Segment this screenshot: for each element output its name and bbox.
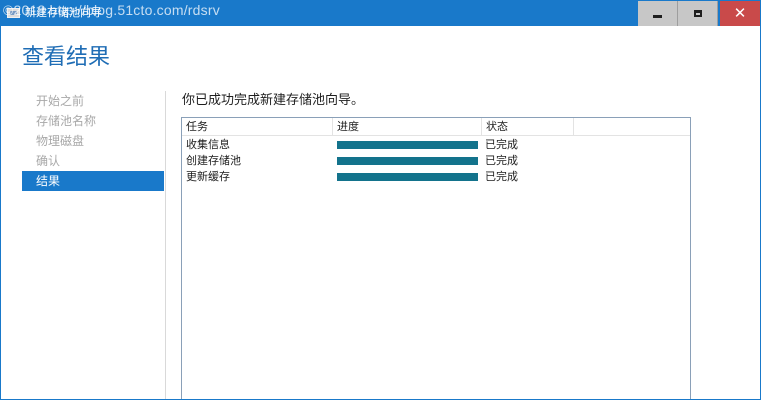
nav-step-results[interactable]: 结果: [22, 171, 164, 191]
wizard-step-nav: 开始之前 存储池名称 物理磁盘 确认 结果: [22, 91, 164, 191]
maximize-icon: [693, 10, 702, 17]
column-header-status[interactable]: 状态: [482, 118, 574, 135]
progress-bar-fill: [337, 141, 478, 149]
column-header-progress[interactable]: 进度: [333, 118, 482, 135]
progress-bar-fill: [337, 173, 478, 181]
task-name: 创建存储池: [186, 154, 241, 167]
page-title: 查看结果: [22, 45, 111, 70]
task-status: 已完成: [485, 154, 518, 167]
results-heading: 你已成功完成新建存储池向导。: [182, 93, 365, 108]
column-header-empty: [574, 118, 690, 135]
progress-bar: [337, 173, 478, 181]
task-name: 更新缓存: [186, 170, 230, 183]
wizard-window: 新建存储池向导 ©2018 http://blog.51cto.com/rdsr…: [0, 0, 761, 400]
maximize-button[interactable]: [678, 1, 718, 26]
nav-divider: [165, 91, 166, 399]
nav-step-before-you-begin[interactable]: 开始之前: [22, 91, 164, 111]
table-row[interactable]: 创建存储池 已完成: [182, 153, 690, 169]
progress-bar: [337, 157, 478, 165]
task-status: 已完成: [485, 138, 518, 151]
close-button[interactable]: ✕: [720, 1, 760, 26]
table-row[interactable]: 更新缓存 已完成: [182, 169, 690, 185]
progress-bar-fill: [337, 157, 478, 165]
title-bar[interactable]: 新建存储池向导 ©2018 http://blog.51cto.com/rdsr…: [1, 1, 760, 26]
minimize-icon: [653, 15, 662, 18]
nav-step-pool-name[interactable]: 存储池名称: [22, 111, 164, 131]
table-row[interactable]: 收集信息 已完成: [182, 137, 690, 153]
progress-bar: [337, 141, 478, 149]
nav-step-physical-disks[interactable]: 物理磁盘: [22, 131, 164, 151]
task-name: 收集信息: [186, 138, 230, 151]
column-header-task[interactable]: 任务: [182, 118, 333, 135]
nav-step-confirmation[interactable]: 确认: [22, 151, 164, 171]
table-header: 任务 进度 状态: [182, 118, 690, 136]
minimize-button[interactable]: [638, 1, 678, 26]
task-status: 已完成: [485, 170, 518, 183]
results-table[interactable]: 任务 进度 状态 收集信息 已完成 创建存储池 已完成 更新缓存 已完成: [181, 117, 691, 399]
close-icon: ✕: [733, 4, 747, 22]
watermark-text: ©2018 http://blog.51cto.com/rdsrv: [3, 2, 220, 18]
